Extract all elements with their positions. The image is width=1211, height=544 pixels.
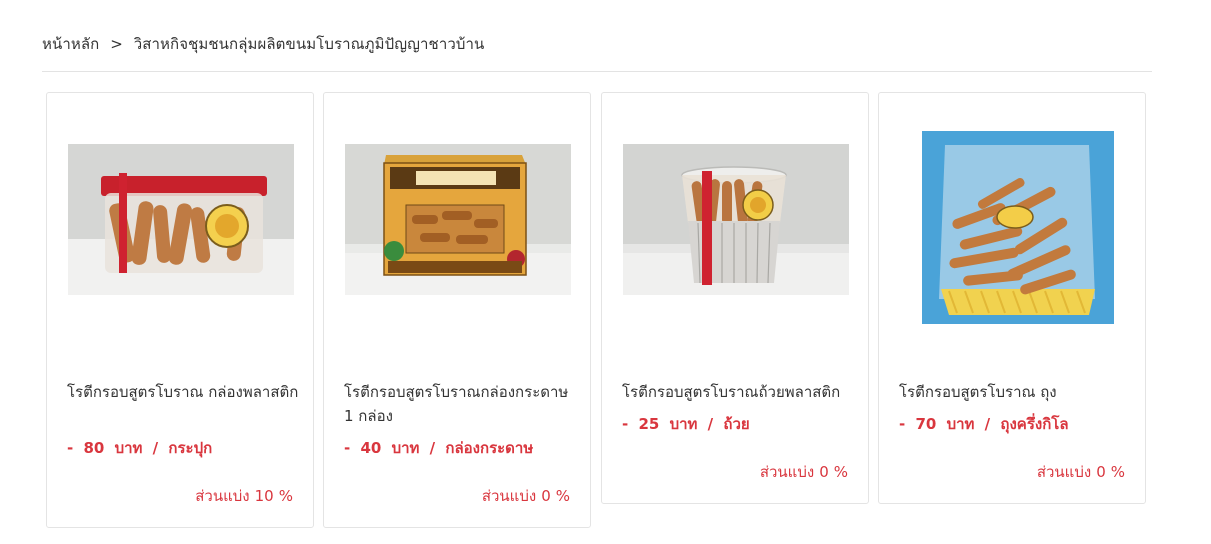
- product-card-plastic-box[interactable]: โรตีกรอบสูตรโบราณ กล่องพลาสติก - 80 บาท …: [46, 92, 314, 528]
- breadcrumb-current: วิสาหกิจชุมชนกลุ่มผลิตขนมโบราณภูมิปัญญาช…: [133, 35, 485, 53]
- product-image-plastic-bag[interactable]: [879, 93, 1145, 363]
- price-currency: บาท: [946, 415, 975, 433]
- price-separator: /: [707, 415, 714, 433]
- price-currency: บาท: [669, 415, 698, 433]
- price-value: 80: [83, 439, 105, 457]
- product-price: - 80 บาท / กระปุก: [67, 436, 307, 460]
- breadcrumb-home-link[interactable]: หน้าหลัก: [42, 35, 99, 53]
- plastic-bag-icon: [922, 131, 1114, 324]
- share-value: 0: [1096, 463, 1106, 481]
- share-label: ส่วนแบ่ง: [759, 463, 815, 481]
- breadcrumb-separator: >: [110, 35, 123, 53]
- product-price: - 40 บาท / กล่องกระดาษ: [344, 436, 584, 460]
- product-price: - 70 บาท / ถุงครึ่งกิโล: [899, 412, 1139, 436]
- price-separator: /: [429, 439, 436, 457]
- price-unit: กล่องกระดาษ: [445, 439, 534, 457]
- product-name[interactable]: โรตีกรอบสูตรโบราณ กล่องพลาสติก: [67, 380, 299, 404]
- price-prefix: -: [344, 439, 351, 457]
- share-unit: %: [1110, 463, 1125, 481]
- product-image-plastic-box[interactable]: [47, 93, 313, 363]
- share-label: ส่วนแบ่ง: [481, 487, 537, 505]
- product-price: - 25 บาท / ถ้วย: [622, 412, 862, 436]
- price-prefix: -: [622, 415, 629, 433]
- price-prefix: -: [899, 415, 906, 433]
- price-value: 40: [360, 439, 382, 457]
- share-value: 10: [254, 487, 274, 505]
- breadcrumb: หน้าหลัก > วิสาหกิจชุมชนกลุ่มผลิตขนมโบรา…: [42, 32, 484, 56]
- price-currency: บาท: [391, 439, 420, 457]
- share-value: 0: [819, 463, 829, 481]
- product-name[interactable]: โรตีกรอบสูตรโบราณ ถุง: [899, 380, 1131, 404]
- price-value: 70: [915, 415, 937, 433]
- price-unit: กระปุก: [168, 439, 213, 457]
- share-label: ส่วนแบ่ง: [1036, 463, 1092, 481]
- paper-box-icon: [345, 144, 571, 295]
- share-info: ส่วนแบ่ง 0%: [1037, 460, 1125, 484]
- share-label: ส่วนแบ่ง: [195, 487, 250, 505]
- share-info: ส่วนแบ่ง 0%: [482, 484, 570, 508]
- price-prefix: -: [67, 439, 74, 457]
- share-unit: %: [278, 487, 293, 505]
- header-divider: [42, 71, 1152, 72]
- product-card-plastic-bag[interactable]: โรตีกรอบสูตรโบราณ ถุง - 70 บาท / ถุงครึ่…: [878, 92, 1146, 504]
- product-name[interactable]: โรตีกรอบสูตรโบราณถ้วยพลาสติก: [622, 380, 854, 404]
- price-value: 25: [638, 415, 660, 433]
- price-separator: /: [152, 439, 159, 457]
- price-currency: บาท: [114, 439, 143, 457]
- share-info: ส่วนแบ่ง 10%: [195, 484, 293, 508]
- price-unit: ถ้วย: [723, 415, 750, 433]
- product-name[interactable]: โรตีกรอบสูตรโบราณกล่องกระดาษ 1 กล่อง: [344, 380, 576, 428]
- share-info: ส่วนแบ่ง 0%: [760, 460, 848, 484]
- product-image-plastic-cup[interactable]: [602, 93, 868, 363]
- product-card-paper-box[interactable]: โรตีกรอบสูตรโบราณกล่องกระดาษ 1 กล่อง - 4…: [323, 92, 591, 528]
- product-image-paper-box[interactable]: [324, 93, 590, 363]
- share-value: 0: [541, 487, 551, 505]
- price-unit: ถุงครึ่งกิโล: [1000, 415, 1069, 433]
- share-unit: %: [833, 463, 848, 481]
- plastic-cup-icon: [623, 144, 849, 295]
- product-card-plastic-cup[interactable]: โรตีกรอบสูตรโบราณถ้วยพลาสติก - 25 บาท / …: [601, 92, 869, 504]
- price-separator: /: [984, 415, 991, 433]
- share-unit: %: [555, 487, 570, 505]
- plastic-box-icon: [68, 144, 294, 295]
